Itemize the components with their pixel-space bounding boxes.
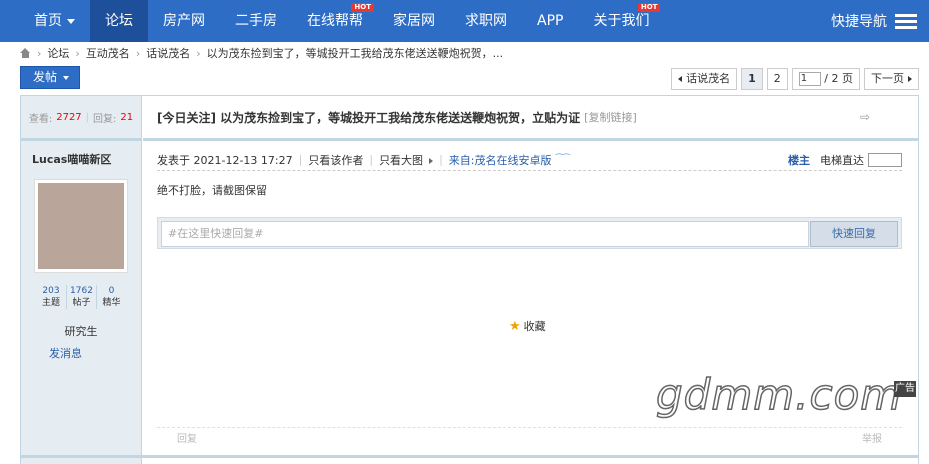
post-source[interactable]: 来自:茂名在线安卓版 xyxy=(449,152,552,168)
share-arrow-icon[interactable]: ⇨ xyxy=(860,110,870,124)
report-link[interactable]: 举报 xyxy=(862,430,882,445)
author-sidebar: 查看: 2727 | 回复: 21 Lucas喵喵新区 203 主题 1762 帖子 0… xyxy=(21,96,142,464)
author-stat-topics[interactable]: 203 主题 xyxy=(36,285,66,309)
avatar[interactable] xyxy=(34,179,128,273)
author-stat-digest[interactable]: 0 精华 xyxy=(96,285,126,309)
chevron-left-icon xyxy=(678,76,683,82)
thread-stats: 查看: 2727 | 回复: 21 xyxy=(21,96,141,141)
page-1-link[interactable]: 1 xyxy=(741,68,763,90)
chevron-right-icon xyxy=(429,157,434,164)
quick-nav-button[interactable]: 快捷导航 xyxy=(831,0,917,42)
pager: 话说茂名 1 2 1 / 2 页 下一页 xyxy=(671,68,919,90)
chevron-down-icon xyxy=(67,18,75,24)
post-footer: 回复 举报 xyxy=(157,427,902,447)
view-count: 2727 xyxy=(56,111,82,123)
next-page-button[interactable]: 下一页 xyxy=(864,68,919,90)
nav-item-8[interactable]: 关于我们 HOT xyxy=(578,0,664,42)
page-2-link[interactable]: 2 xyxy=(766,68,788,90)
divider xyxy=(20,455,919,458)
hot-badge: HOT xyxy=(351,3,374,12)
chevron-right-icon xyxy=(908,76,912,82)
new-post-button[interactable]: 发帖 xyxy=(20,66,80,89)
nav-item-1[interactable]: 论坛 xyxy=(90,0,148,42)
breadcrumb-item-thread: 以为茂东捡到宝了，等城投开工我给茂东佬送送鞭炮祝贺，... xyxy=(206,47,504,60)
send-message-link[interactable]: 发消息 xyxy=(21,345,141,361)
quick-reply-input[interactable]: #在这里快速回复# xyxy=(161,221,809,247)
post-time: 发表于 2021-12-13 17:27 xyxy=(157,153,293,167)
nav-item-2[interactable]: 房产网 xyxy=(148,0,220,42)
nav-item-5[interactable]: 家居网 xyxy=(378,0,450,42)
reply-count: 21 xyxy=(120,111,134,123)
menu-icon xyxy=(895,13,917,29)
top-nav: 首页 论坛 房产网 二手房 在线帮帮 HOT 家居网 求职网 APP 关于我们 HOT xyxy=(0,0,929,42)
breadcrumb-item-forum[interactable]: 论坛 xyxy=(47,45,69,61)
nav-item-6[interactable]: 求职网 xyxy=(450,0,522,42)
home-icon[interactable] xyxy=(20,48,31,58)
chevron-down-icon xyxy=(63,75,70,80)
only-large-image-link[interactable]: 只看大图 xyxy=(379,152,434,168)
breadcrumb-item-board[interactable]: 话说茂名 xyxy=(146,45,190,61)
ad-badge: 广告 xyxy=(894,381,916,397)
thread-title: [今日关注] 以为茂东捡到宝了，等城投开工我给茂东佬送送鞭炮祝贺，立贴为证 xyxy=(157,110,581,125)
quick-nav-label: 快捷导航 xyxy=(831,14,887,30)
android-icon: ⁀⁀ xyxy=(555,154,570,165)
thread-title-row: [今日关注] 以为茂东捡到宝了，等城投开工我给茂东佬送送鞭炮祝贺，立贴为证 [复… xyxy=(143,96,918,141)
nav-item-7[interactable]: APP xyxy=(522,0,578,42)
breadcrumb-item-interactive[interactable]: 互动茂名 xyxy=(86,45,130,61)
floor-jump-input[interactable] xyxy=(868,152,902,167)
quick-reply-button[interactable]: 快速回复 xyxy=(810,221,898,247)
back-to-board-button[interactable]: 话说茂名 xyxy=(671,68,738,90)
page-jump-input[interactable]: 1 xyxy=(798,72,821,86)
quick-reply: #在这里快速回复# 快速回复 xyxy=(157,217,902,249)
favorite-button[interactable]: ★ 收藏 xyxy=(509,318,546,334)
post-meta: 发表于 2021-12-13 17:27 | 只看该作者 | 只看大图 | 来自… xyxy=(157,149,902,171)
author-name[interactable]: Lucas喵喵新区 xyxy=(21,151,141,167)
author-stats: 203 主题 1762 帖子 0 精华 xyxy=(21,285,141,309)
nav-item-0[interactable]: 首页 xyxy=(0,0,90,42)
copy-link-button[interactable]: [复制链接] xyxy=(584,109,637,125)
new-post-label: 发帖 xyxy=(33,70,58,84)
author-rank: 研究生 xyxy=(64,325,98,338)
reply-link[interactable]: 回复 xyxy=(177,430,197,445)
floor-jump-label: 电梯直达 xyxy=(820,153,864,167)
page-jump: 1 / 2 页 xyxy=(791,68,860,90)
breadcrumb: › 论坛 › 互动茂名 › 话说茂名 › 以为茂东捡到宝了，等城投开工我给茂东佬… xyxy=(20,46,503,60)
nav-item-3[interactable]: 二手房 xyxy=(220,0,292,42)
author-stat-posts[interactable]: 1762 帖子 xyxy=(66,285,96,309)
nav-item-4[interactable]: 在线帮帮 HOT xyxy=(292,0,378,42)
hot-badge: HOT xyxy=(637,3,661,12)
only-author-link[interactable]: 只看该作者 xyxy=(308,152,363,168)
star-icon: ★ xyxy=(509,318,521,334)
floor-label: 楼主 xyxy=(788,153,810,167)
watermark: gdmm.com xyxy=(655,369,903,420)
post-content: 绝不打脸，请截图保留 xyxy=(157,184,267,197)
